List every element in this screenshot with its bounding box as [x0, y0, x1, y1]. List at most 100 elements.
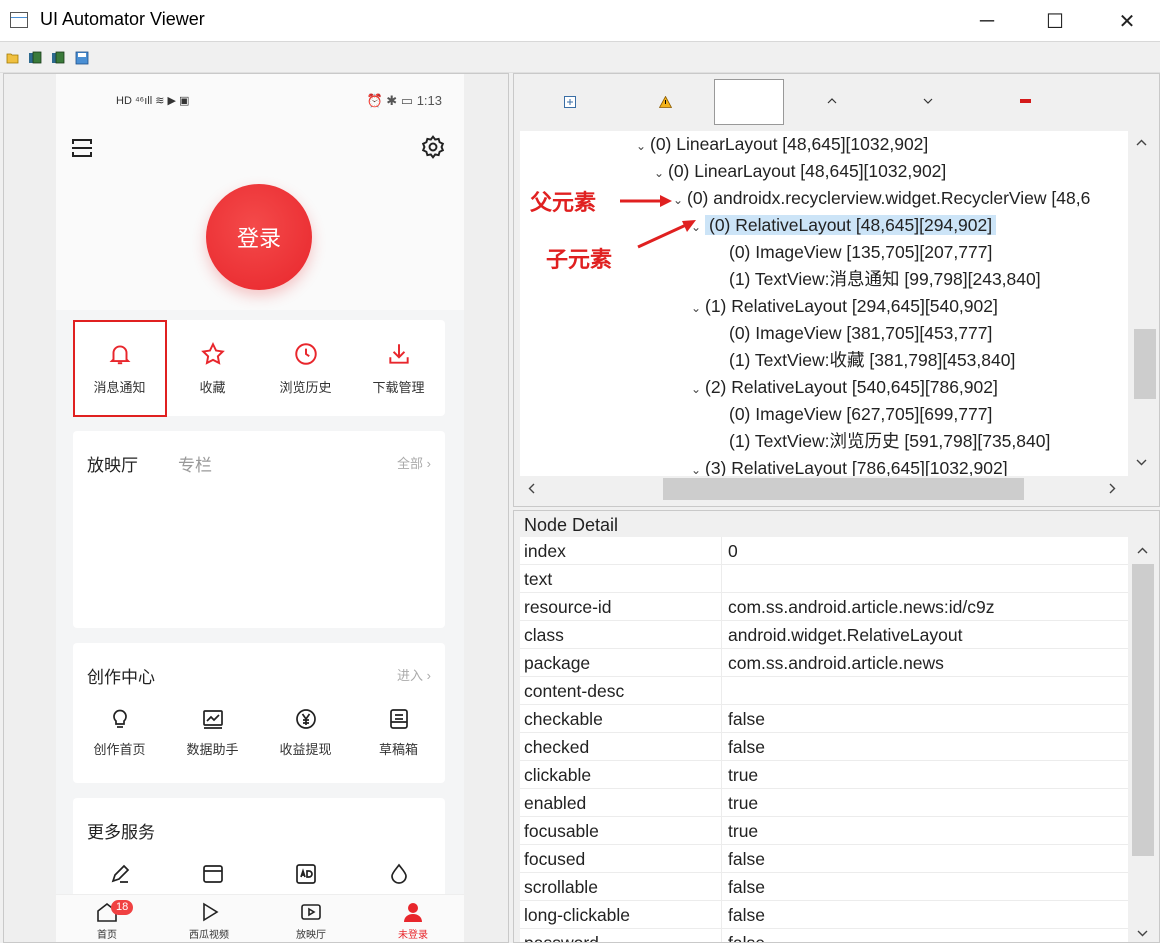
nav-xigua-video[interactable]: 西瓜视频 [158, 895, 260, 942]
creator-item-withdraw[interactable]: 收益提现 [259, 707, 352, 758]
device-screenshot-icon[interactable] [28, 51, 42, 65]
nav-profile[interactable]: 未登录 [362, 895, 464, 942]
tree-node[interactable]: (1) TextView:消息通知 [99,798][243,840] [729, 266, 1041, 293]
detail-value[interactable]: false [722, 705, 1128, 732]
detail-value[interactable]: true [722, 817, 1128, 844]
detail-key: checked [520, 733, 722, 760]
creator-enter-link[interactable]: 进入 › [397, 665, 431, 684]
tree-node[interactable]: ⌄ (3) RelativeLayout [786,645][1032,902] [687, 455, 1008, 476]
detail-value[interactable]: false [722, 929, 1128, 942]
warning-icon[interactable] [659, 96, 672, 108]
service-item-edit[interactable] [73, 862, 166, 886]
tree-node[interactable]: ⌄ (2) RelativeLayout [540,645][786,902] [687, 374, 998, 401]
detail-value[interactable]: true [722, 789, 1128, 816]
service-item-drop[interactable] [352, 862, 445, 886]
tree-node-selected[interactable]: ⌄ (0) RelativeLayout [48,645][294,902] [687, 212, 997, 239]
detail-row[interactable]: content-desc [520, 677, 1128, 705]
scroll-thumb[interactable] [1134, 329, 1156, 399]
scan-icon[interactable] [70, 136, 94, 160]
minimize-button[interactable]: ─ [958, 0, 1016, 42]
detail-row[interactable]: focusable true [520, 817, 1128, 845]
hierarchy-tree[interactable]: ⌄ (0) LinearLayout [48,645][1032,902] ⌄ (0… [520, 131, 1128, 476]
scroll-down-icon[interactable] [1137, 930, 1148, 937]
creator-item-drafts[interactable]: 草稿箱 [352, 707, 445, 758]
drop-icon [390, 863, 407, 884]
nav-theater[interactable]: 放映厅 [260, 895, 362, 942]
scroll-up-icon[interactable] [1137, 547, 1148, 554]
detail-row[interactable]: checkable false [520, 705, 1128, 733]
tree-node[interactable]: (1) TextView:收藏 [381,798][453,840] [729, 347, 1015, 374]
scroll-right-icon[interactable] [1109, 483, 1116, 494]
app-icon [10, 12, 28, 28]
detail-value[interactable]: true [722, 761, 1128, 788]
service-item-ad[interactable] [259, 862, 352, 886]
tree-node[interactable]: (0) ImageView [627,705][699,777] [729, 401, 992, 428]
scroll-thumb[interactable] [1132, 564, 1154, 856]
creator-center-card: 创作中心 进入 › 创作首页 数据助手 收益提现 草稿箱 [73, 643, 445, 783]
quick-item-history[interactable]: 浏览历史 [259, 320, 352, 416]
tree-node[interactable]: ⌄ (0) LinearLayout [48,645][1032,902] [632, 131, 928, 158]
gear-icon[interactable] [420, 134, 446, 160]
scroll-thumb[interactable] [663, 478, 1024, 500]
detail-row[interactable]: password false [520, 929, 1128, 942]
tree-horizontal-scrollbar[interactable] [520, 476, 1128, 502]
detail-value[interactable]: com.ss.android.article.news [722, 649, 1128, 676]
chevron-up-icon[interactable] [827, 98, 837, 104]
scroll-up-icon[interactable] [1136, 139, 1147, 146]
tree-node-parent[interactable]: ⌄ (0) androidx.recyclerview.widget.Recycl… [669, 185, 1090, 212]
quick-item-favorites[interactable]: 收藏 [166, 320, 259, 416]
phone-screen[interactable]: HD ⁴⁶ıll ≋ ▶ ▣ ⏰ ✱ ▭ 1:13 登录 消息通知 收藏 浏览历… [56, 74, 464, 942]
tree-node[interactable]: (1) TextView:浏览历史 [591,798][735,840] [729, 428, 1050, 455]
detail-value[interactable]: com.ss.android.article.news:id/c9z [722, 593, 1128, 620]
device-screenshot-compressed-icon[interactable] [51, 51, 65, 65]
quick-item-notifications[interactable]: 消息通知 [73, 320, 167, 417]
detail-row[interactable]: class android.widget.RelativeLayout [520, 621, 1128, 649]
expand-all-icon[interactable] [564, 96, 576, 108]
detail-row[interactable]: scrollable false [520, 873, 1128, 901]
detail-row[interactable]: index 0 [520, 537, 1128, 565]
open-folder-icon[interactable] [6, 51, 20, 65]
scroll-down-icon[interactable] [1136, 459, 1147, 466]
detail-value[interactable]: android.widget.RelativeLayout [722, 621, 1128, 648]
toggle-naf-button[interactable] [714, 79, 784, 125]
service-item-wallet[interactable] [166, 862, 259, 886]
detail-row[interactable]: enabled true [520, 789, 1128, 817]
tree-node[interactable]: ⌄ (0) LinearLayout [48,645][1032,902] [650, 158, 946, 185]
close-button[interactable]: ✕ [1098, 0, 1156, 42]
quick-item-downloads[interactable]: 下载管理 [352, 320, 445, 416]
theater-card: 放映厅 专栏 全部 › [73, 431, 445, 628]
tree-node[interactable]: (0) ImageView [135,705][207,777] [729, 239, 992, 266]
maximize-button[interactable]: ☐ [1026, 0, 1084, 42]
creator-item-data[interactable]: 数据助手 [166, 707, 259, 758]
detail-row[interactable]: focused false [520, 845, 1128, 873]
detail-value[interactable]: 0 [722, 537, 1128, 564]
clear-icon[interactable] [1020, 99, 1031, 103]
detail-row[interactable]: resource-id com.ss.android.article.news:i… [520, 593, 1128, 621]
detail-value[interactable]: false [722, 901, 1128, 928]
creator-item-label: 草稿箱 [378, 742, 418, 757]
theater-all-link[interactable]: 全部 › [397, 453, 431, 472]
save-icon[interactable] [75, 51, 89, 65]
nav-home[interactable]: 18 首页 [56, 895, 158, 942]
detail-row[interactable]: clickable true [520, 761, 1128, 789]
login-button[interactable]: 登录 [206, 184, 312, 290]
theater-title[interactable]: 放映厅 [87, 451, 138, 476]
detail-value[interactable] [722, 677, 1128, 704]
detail-row[interactable]: package com.ss.android.article.news [520, 649, 1128, 677]
scroll-left-icon[interactable] [528, 483, 535, 494]
detail-value[interactable] [722, 565, 1128, 592]
detail-vertical-scrollbar[interactable] [1128, 537, 1157, 942]
detail-row[interactable]: text [520, 565, 1128, 593]
column-tab[interactable]: 专栏 [178, 451, 212, 476]
detail-key: checkable [520, 705, 722, 732]
tree-vertical-scrollbar[interactable] [1128, 131, 1156, 476]
tree-node[interactable]: ⌄ (1) RelativeLayout [294,645][540,902] [687, 293, 998, 320]
tree-node[interactable]: (0) ImageView [381,705][453,777] [729, 320, 992, 347]
detail-value[interactable]: false [722, 733, 1128, 760]
detail-value[interactable]: false [722, 873, 1128, 900]
creator-item-home[interactable]: 创作首页 [73, 707, 166, 758]
detail-row[interactable]: long-clickable false [520, 901, 1128, 929]
detail-row[interactable]: checked false [520, 733, 1128, 761]
detail-value[interactable]: false [722, 845, 1128, 872]
chevron-down-icon[interactable] [923, 98, 933, 104]
